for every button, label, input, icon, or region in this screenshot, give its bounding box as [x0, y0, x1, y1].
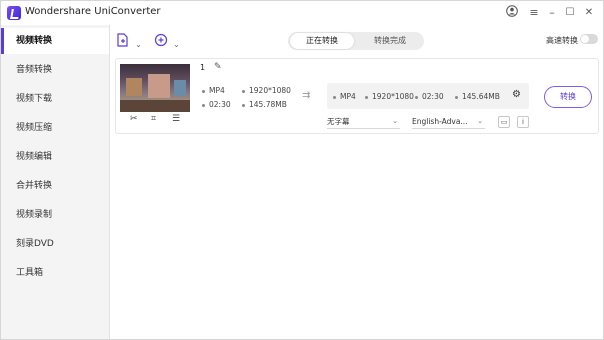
- account-icon[interactable]: [505, 5, 519, 21]
- source-resolution: 1920*1080: [242, 86, 291, 95]
- info-icon[interactable]: i: [517, 116, 529, 128]
- add-file-icon: [116, 33, 134, 51]
- output-settings[interactable]: MP4 1920*1080 02:30 145.64MB: [327, 83, 529, 109]
- close-button[interactable]: ✕: [583, 5, 595, 21]
- output-duration: 02:30: [415, 92, 444, 101]
- sidebar-item-video-edit[interactable]: 视频编辑: [1, 144, 109, 170]
- thumbnail-tools: ✂ ⌗ ☰: [120, 114, 190, 128]
- app-window: Wondershare UniConverter ≡ – ☐ ✕ 视频转换 音频…: [0, 0, 604, 340]
- high-speed-toggle[interactable]: [580, 34, 598, 44]
- output-resolution: 1920*1080: [365, 92, 414, 101]
- high-speed-label: 高速转换: [546, 36, 578, 45]
- effects-icon[interactable]: ☰: [172, 114, 180, 124]
- status-tabs: 正在转换 转换完成: [288, 32, 424, 50]
- minimize-button[interactable]: –: [546, 5, 558, 21]
- convert-button[interactable]: 转换: [544, 86, 592, 108]
- sidebar: 视频转换 音频转换 视频下载 视频压缩 视频编辑 合并转换 视频录制 刻录DVD…: [1, 25, 110, 339]
- chevron-down-icon: ⌄: [392, 117, 398, 125]
- output-size: 145.64MB: [455, 92, 500, 101]
- tab-converted[interactable]: 转换完成: [358, 33, 422, 49]
- add-file-button[interactable]: ⌄: [116, 33, 142, 49]
- maximize-button[interactable]: ☐: [564, 5, 576, 21]
- chevron-down-icon: ⌄: [173, 40, 180, 49]
- menu-icon[interactable]: ≡: [528, 5, 540, 21]
- app-logo: [7, 6, 21, 20]
- tab-converting[interactable]: 正在转换: [290, 33, 354, 49]
- audio-select[interactable]: English-Adva... ⌄: [412, 115, 485, 129]
- title-bar: Wondershare UniConverter ≡ – ☐ ✕: [1, 1, 603, 25]
- sidebar-item-screen-record[interactable]: 视频录制: [1, 202, 109, 228]
- sidebar-item-video-convert[interactable]: 视频转换: [1, 28, 109, 54]
- sidebar-item-audio-convert[interactable]: 音频转换: [1, 57, 109, 83]
- video-thumbnail[interactable]: [120, 64, 190, 112]
- source-duration: 02:30: [202, 100, 231, 109]
- source-format: MP4: [202, 86, 225, 95]
- chevron-down-icon: ⌄: [135, 40, 142, 49]
- file-card: ✂ ⌗ ☰ 1 ✎ MP4 1920*1080 02:30 145.78MB ⇉…: [115, 58, 599, 134]
- output-format: MP4: [333, 92, 356, 101]
- scissors-icon[interactable]: ✂: [130, 114, 138, 124]
- sidebar-item-burn-dvd[interactable]: 刻录DVD: [1, 231, 109, 257]
- toolbar: ⌄ ⌄ 正在转换 转换完成 高速转换: [110, 27, 603, 55]
- subtitle-edit-icon[interactable]: ▭: [498, 116, 510, 128]
- gear-icon[interactable]: ⚙: [512, 89, 521, 100]
- file-index: 1: [200, 63, 206, 72]
- sidebar-item-merge[interactable]: 合并转换: [1, 173, 109, 199]
- add-media-icon: [154, 33, 172, 51]
- subtitle-select[interactable]: 无字幕 ⌄: [327, 115, 400, 129]
- chevron-down-icon: ⌄: [477, 117, 483, 125]
- edit-icon[interactable]: ✎: [214, 62, 222, 72]
- convert-arrow-icon: ⇉: [302, 90, 311, 101]
- sidebar-item-toolbox[interactable]: 工具箱: [1, 260, 109, 286]
- sidebar-item-video-download[interactable]: 视频下载: [1, 86, 109, 112]
- source-size: 145.78MB: [242, 100, 287, 109]
- app-title: Wondershare UniConverter: [25, 6, 161, 17]
- add-media-button[interactable]: ⌄: [154, 33, 180, 49]
- sidebar-item-video-compress[interactable]: 视频压缩: [1, 115, 109, 141]
- crop-icon[interactable]: ⌗: [151, 114, 156, 124]
